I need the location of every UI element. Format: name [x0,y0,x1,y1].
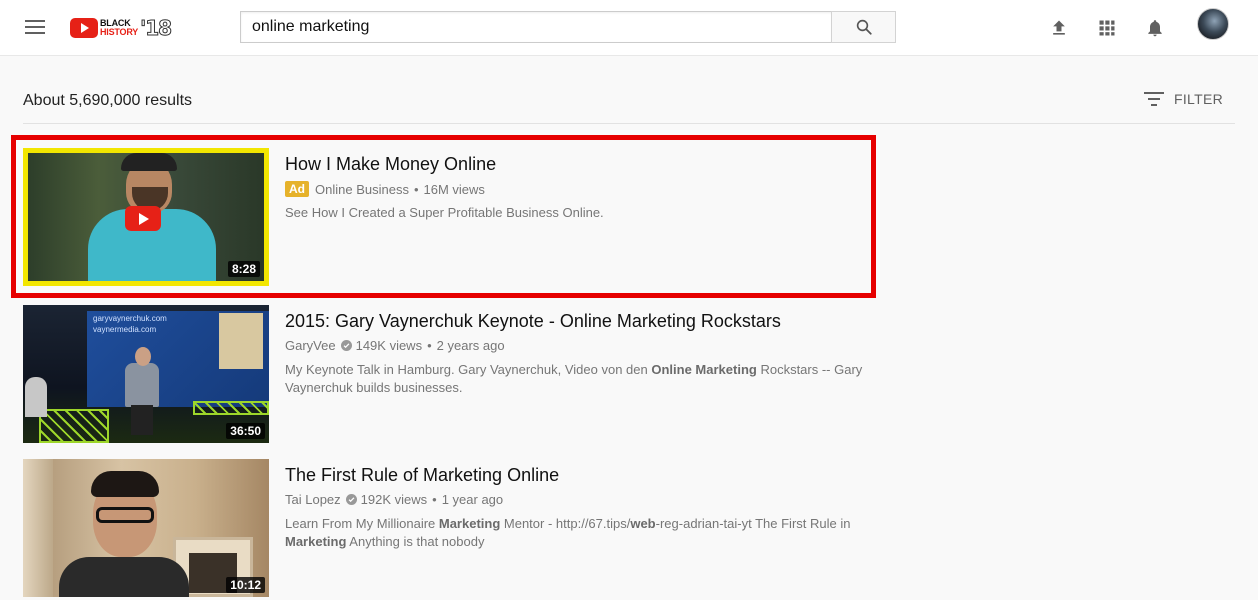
video-description: Learn From My Millionaire Marketing Ment… [285,516,851,549]
filter-icon [1144,92,1164,106]
youtube-logo[interactable]: BLACK HISTORY '18 [70,14,173,42]
youtube-play-icon [70,18,98,38]
video-result[interactable]: 10:12 The First Rule of Marketing Online… [23,459,883,597]
channel-name[interactable]: GaryVee [285,338,336,353]
video-description: See How I Created a Super Profitable Bus… [285,205,604,220]
apps-grid-icon[interactable] [1095,16,1119,40]
video-thumbnail[interactable]: 8:28 [23,148,269,286]
verified-check-icon [340,340,352,351]
filter-label: FILTER [1174,91,1223,107]
video-description: My Keynote Talk in Hamburg. Gary Vaynerc… [285,362,863,395]
video-result[interactable]: garyvaynerchuk.com vaynermedia.com 36:50 … [23,305,883,443]
upload-icon[interactable] [1047,16,1071,40]
play-button-icon [125,206,161,231]
channel-name[interactable]: Tai Lopez [285,492,341,507]
video-title[interactable]: The First Rule of Marketing Online [285,465,559,486]
upload-age: 1 year ago [441,492,504,507]
video-duration: 8:28 [227,261,260,277]
video-meta: GaryVee 149K views • 2 years ago [285,338,505,353]
results-divider [23,123,1235,124]
video-result-ad[interactable]: 8:28 How I Make Money Online Ad Online B… [23,148,883,286]
video-duration: 10:12 [226,577,265,593]
search-bar [240,11,896,43]
view-count: 16M views [423,181,485,197]
video-title[interactable]: 2015: Gary Vaynerchuk Keynote - Online M… [285,311,781,332]
video-title[interactable]: How I Make Money Online [285,154,496,175]
results-count: About 5,690,000 results [23,92,193,109]
video-duration: 36:50 [226,423,265,439]
ad-badge: Ad [285,181,309,197]
video-meta: Ad Online Business • 16M views [285,181,485,197]
upload-age: 2 years ago [436,338,505,353]
view-count: 149K views [355,338,423,353]
video-thumbnail[interactable]: 10:12 [23,459,269,597]
search-icon [856,19,872,35]
filter-button[interactable]: FILTER [1144,91,1223,107]
search-input[interactable] [240,11,832,43]
view-count: 192K views [360,492,428,507]
channel-name[interactable]: Online Business [315,182,409,197]
video-meta: Tai Lopez 192K views • 1 year ago [285,492,504,507]
logo-year: '18 [140,16,173,41]
logo-doodle-text: BLACK HISTORY [100,18,139,37]
verified-check-icon [345,494,357,505]
search-button[interactable] [831,11,896,43]
masthead: BLACK HISTORY '18 [0,0,1258,56]
notifications-bell-icon[interactable] [1143,16,1167,40]
account-avatar[interactable] [1197,8,1229,40]
thumbnail-screen-text: garyvaynerchuk.com vaynermedia.com [93,314,167,334]
video-thumbnail[interactable]: garyvaynerchuk.com vaynermedia.com 36:50 [23,305,269,443]
menu-icon[interactable] [23,17,47,39]
